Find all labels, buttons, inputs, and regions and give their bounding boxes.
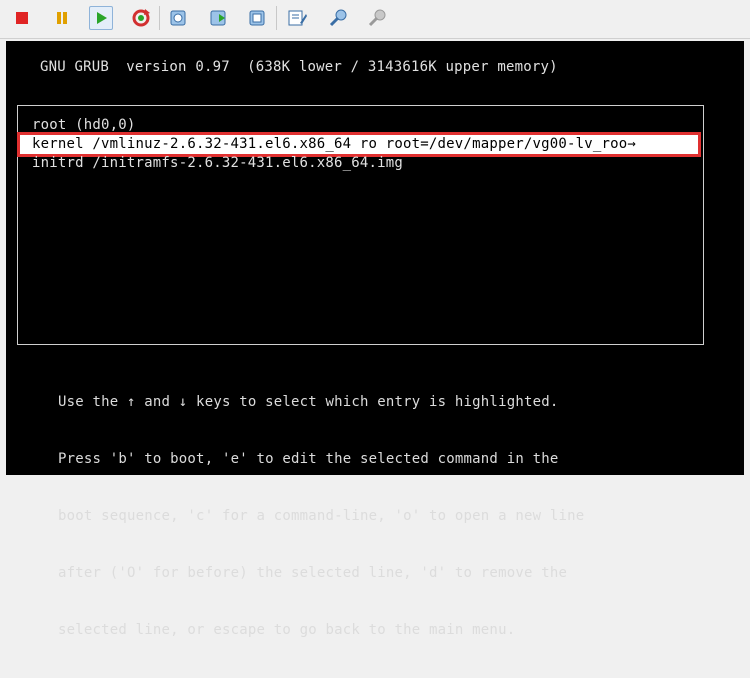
help-line: boot sequence, 'c' for a command-line, '… — [58, 508, 585, 524]
vm-console-screen[interactable]: GNU GRUB version 0.97 (638K lower / 3143… — [6, 41, 744, 638]
edit-settings-icon — [288, 10, 307, 26]
grub-entry-list: root (hd0,0) kernel /vmlinuz-2.6.32-431.… — [17, 105, 704, 345]
snapshot-revert-icon — [210, 10, 226, 26]
vm-toolbar — [0, 0, 750, 39]
reset-icon — [132, 9, 150, 27]
snapshot-revert-button[interactable] — [207, 6, 231, 30]
stop-icon — [16, 12, 28, 24]
play-icon — [97, 12, 107, 24]
wrench-disabled-icon — [368, 9, 386, 27]
edit-settings-button[interactable] — [285, 6, 309, 30]
help-line: selected line, or escape to go back to t… — [58, 622, 516, 638]
help-line: Press 'b' to boot, 'e' to edit the selec… — [58, 451, 559, 467]
tools-button[interactable] — [326, 6, 350, 30]
snapshot-manager-button[interactable] — [246, 6, 270, 30]
grub-entry-initrd[interactable]: initrd /initramfs-2.6.32-431.el6.x86_64.… — [32, 154, 403, 173]
reset-button[interactable] — [129, 6, 153, 30]
tools-icon — [329, 9, 347, 27]
pause-button[interactable] — [50, 6, 74, 30]
stop-button[interactable] — [10, 6, 34, 30]
snapshot-manager-icon — [249, 10, 265, 26]
help-line: Use the ↑ and ↓ keys to select which ent… — [58, 394, 559, 410]
snapshot-icon — [170, 10, 186, 26]
pause-icon — [57, 12, 67, 24]
help-line: after ('O' for before) the selected line… — [58, 565, 568, 581]
disabled-button[interactable] — [365, 6, 389, 30]
grub-help-text: Use the ↑ and ↓ keys to select which ent… — [58, 355, 584, 678]
snapshot-take-button[interactable] — [167, 6, 191, 30]
start-button[interactable] — [89, 6, 113, 30]
grub-entry-kernel-selected[interactable]: kernel /vmlinuz-2.6.32-431.el6.x86_64 ro… — [17, 132, 701, 157]
grub-entry-root[interactable]: root (hd0,0) — [32, 116, 136, 135]
grub-header: GNU GRUB version 0.97 (638K lower / 3143… — [40, 59, 558, 75]
